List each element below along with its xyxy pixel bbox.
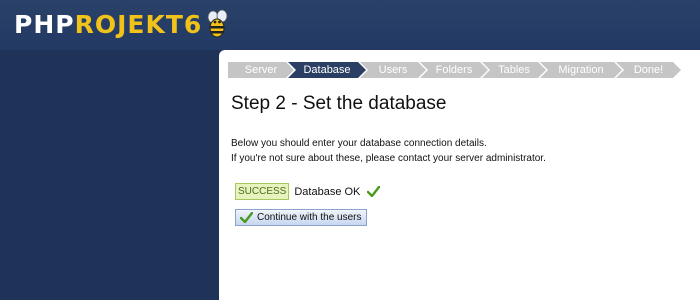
step-migration[interactable]: Migration bbox=[540, 62, 622, 78]
install-panel: Server Database Users Folders Tables Mig… bbox=[219, 50, 700, 300]
bee-icon bbox=[207, 9, 228, 38]
step-tables[interactable]: Tables bbox=[482, 62, 546, 78]
description: Below you should enter your database con… bbox=[231, 136, 546, 166]
step-folders[interactable]: Folders bbox=[420, 62, 488, 78]
wizard-steps: Server Database Users Folders Tables Mig… bbox=[228, 62, 675, 78]
phprojekt-logo: PHP ROJEKT6 bbox=[14, 7, 230, 41]
success-badge: SUCCESS bbox=[235, 183, 290, 200]
logo-text-rojekt: ROJEKT6 bbox=[74, 9, 203, 39]
step-database[interactable]: Database bbox=[288, 62, 366, 78]
logo-text-php: PHP bbox=[14, 9, 75, 39]
checkmark-icon bbox=[367, 186, 381, 197]
description-line-2: If you're not sure about these, please c… bbox=[231, 153, 546, 164]
continue-button-label: Continue with the users bbox=[257, 212, 362, 223]
step-server[interactable]: Server bbox=[228, 62, 294, 78]
page-title: Step 2 - Set the database bbox=[231, 93, 447, 114]
database-status: SUCCESS Database OK bbox=[235, 183, 381, 200]
checkmark-icon bbox=[240, 212, 253, 223]
status-text: Database OK bbox=[294, 185, 361, 198]
description-line-1: Below you should enter your database con… bbox=[231, 138, 487, 149]
continue-with-users-button[interactable]: Continue with the users bbox=[235, 209, 367, 226]
step-done[interactable]: Done! bbox=[616, 62, 681, 78]
step-users[interactable]: Users bbox=[360, 62, 426, 78]
